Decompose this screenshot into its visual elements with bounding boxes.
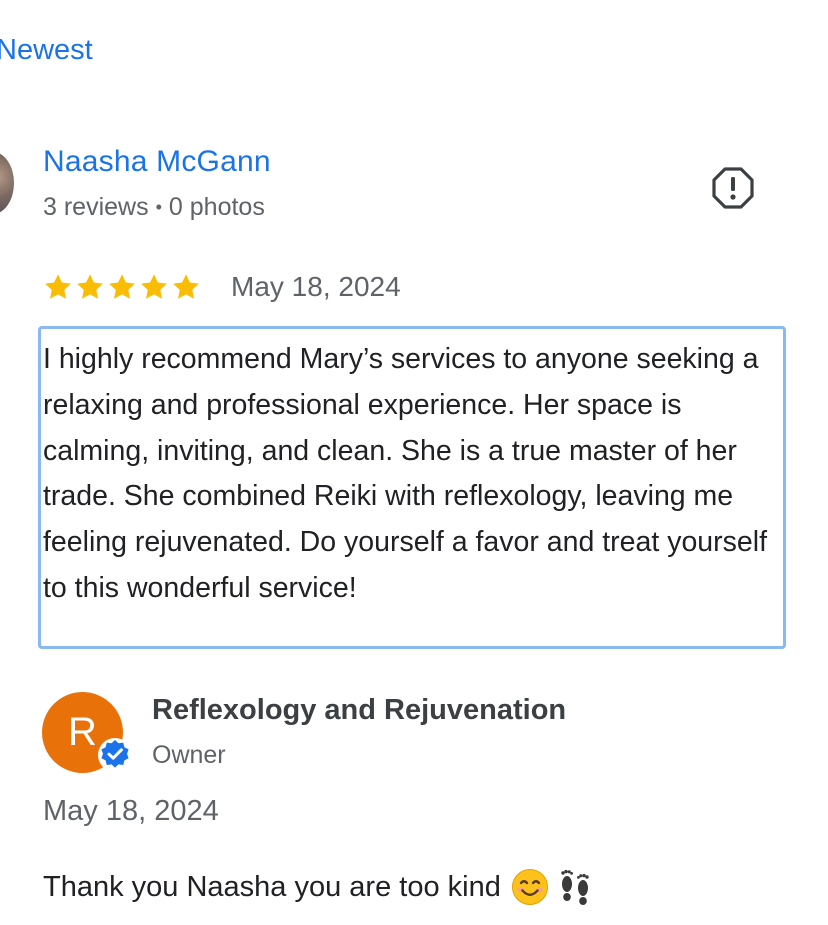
star-rating: [43, 272, 201, 302]
star-icon: [173, 274, 199, 299]
sort-newest-button[interactable]: Newest: [0, 34, 93, 67]
reviews-count: 3 reviews: [43, 193, 149, 221]
meta-separator: •: [155, 197, 162, 217]
star-icon: [45, 274, 71, 299]
reply-text: Thank you Naasha you are too kind: [43, 870, 501, 903]
owner-avatar-initial: R: [68, 710, 97, 754]
star-icon: [109, 274, 135, 299]
star-icon: [77, 274, 103, 299]
rating-row: May 18, 2024: [43, 268, 401, 306]
reviewer-avatar[interactable]: [0, 152, 14, 214]
owner-role-label: Owner: [152, 741, 226, 769]
verified-badge-icon: [97, 737, 133, 773]
review-date: May 18, 2024: [231, 271, 401, 302]
reviewer-meta: 3 reviews • 0 photos: [43, 193, 265, 222]
photos-count: 0 photos: [168, 193, 265, 221]
report-flag-icon[interactable]: [711, 166, 755, 210]
reply-date: May 18, 2024: [43, 795, 219, 827]
review-text: I highly recommend Mary’s services to an…: [43, 343, 767, 604]
owner-business-name: Reflexology and Rejuvenation: [152, 694, 567, 726]
smiling-face-emoji-icon: [511, 868, 549, 906]
star-icon: [141, 274, 167, 299]
footprints-emoji-icon: [555, 868, 595, 906]
review-page: Newest Naasha McGann 3 reviews • 0 photo…: [0, 0, 828, 925]
reviewer-name-link[interactable]: Naasha McGann: [43, 145, 271, 179]
review-text-box[interactable]: I highly recommend Mary’s services to an…: [38, 326, 786, 649]
reply-text-row: Thank you Naasha you are too kind: [43, 868, 595, 906]
